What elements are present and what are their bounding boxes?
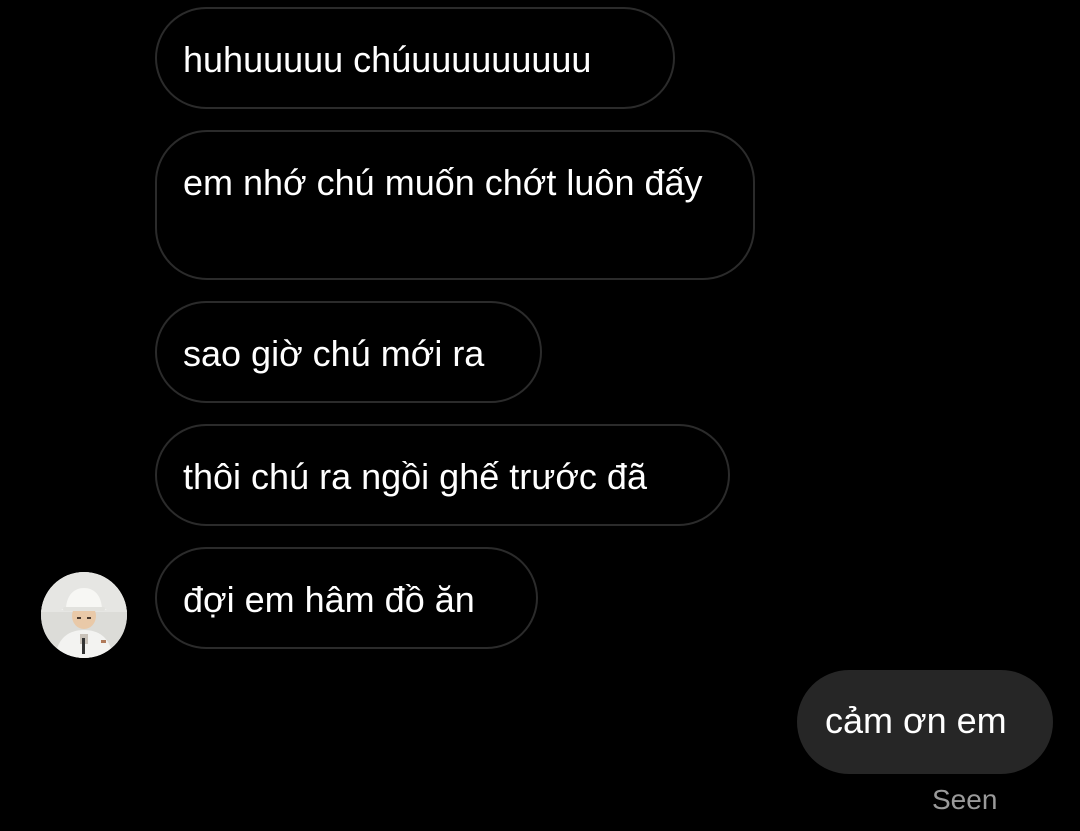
message-text: thôi chú ra ngồi ghế trước đã bbox=[183, 456, 647, 497]
incoming-message-bubble[interactable]: đợi em hâm đồ ăn bbox=[155, 547, 538, 649]
seen-status: Seen bbox=[932, 784, 998, 815]
message-text: em nhớ chú muốn chớt luôn đấy bbox=[183, 162, 703, 203]
message-thread: huhuuuuu chúuuuuuuuuu em nhớ chú muốn ch… bbox=[0, 0, 1080, 831]
incoming-message-bubble[interactable]: thôi chú ra ngồi ghế trước đã bbox=[155, 424, 730, 526]
message-text: cảm ơn em bbox=[825, 700, 1007, 741]
message-text: huhuuuuu chúuuuuuuuuu bbox=[183, 39, 592, 80]
message-text: sao giờ chú mới ra bbox=[183, 333, 485, 374]
outgoing-message-bubble[interactable]: cảm ơn em bbox=[797, 670, 1053, 774]
avatar-photo bbox=[41, 572, 127, 658]
incoming-message-bubble[interactable]: sao giờ chú mới ra bbox=[155, 301, 542, 403]
sender-avatar[interactable] bbox=[41, 572, 127, 658]
message-text: đợi em hâm đồ ăn bbox=[183, 579, 475, 620]
incoming-message-bubble[interactable]: em nhớ chú muốn chớt luôn đấy bbox=[155, 130, 755, 280]
incoming-message-bubble[interactable]: huhuuuuu chúuuuuuuuuu bbox=[155, 7, 675, 109]
